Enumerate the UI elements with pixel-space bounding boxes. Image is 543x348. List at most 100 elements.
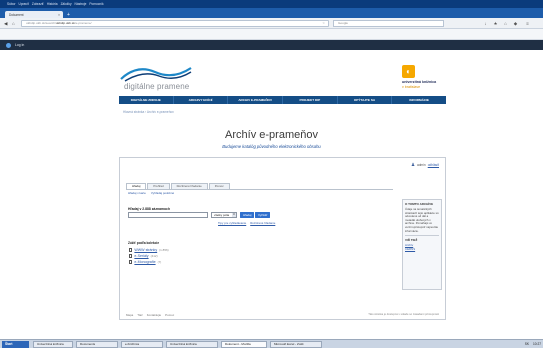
footer-link[interactable]: Tlač [137, 313, 142, 317]
taskbar-item-active[interactable]: Dokument - Mozilla [221, 341, 267, 348]
sub-tabs: Hľadaj v karte Vyhľadaj podobné [128, 191, 174, 195]
main-navigation: DIGITÁLNE ZDROJE ARCHIVY EDÍCIÍ ARCHIV E… [119, 96, 446, 104]
url-prefix: ukbdip.ukb.sk/search/ [26, 21, 56, 25]
nav-item-digital-sources[interactable]: DIGITÁLNE ZDROJE [119, 96, 174, 104]
site-globe-icon [6, 42, 11, 48]
breadcrumb[interactable]: Hlavná stránka › Archív e-prameňov [123, 110, 174, 114]
menu-item-help[interactable]: Pomocník [89, 2, 103, 6]
browser-search-input[interactable]: Google [333, 20, 444, 27]
nav-item-edition-archives[interactable]: ARCHIVY EDÍCIÍ [174, 96, 229, 104]
page-title: Archív e-prameňov [225, 129, 318, 141]
facet-label[interactable]: e-Monografie [134, 260, 155, 264]
menu-item-tools[interactable]: Nástroje [75, 2, 87, 6]
subtab-similar[interactable]: Vyhľadaj podobné [151, 191, 174, 195]
facet-label[interactable]: WWW stránky [134, 248, 157, 252]
browser-tabbar: Dokument × + [0, 8, 543, 18]
clear-button[interactable]: Vyčistiť [255, 212, 271, 218]
accessibility-note: Táto stránka je dostupná v súlade so zás… [368, 313, 439, 316]
search-help-links: Tipy pre vyhľadávanie Rozšírené hľadanie [218, 221, 275, 225]
facet-count: (1.856) [159, 248, 169, 252]
site-header: digitálne pramene ◐ univerzitná knižnica… [119, 62, 446, 96]
bookmark-star-icon[interactable]: ☆ [322, 21, 325, 26]
taskbar-item[interactable]: Univerzitná knižnica [166, 341, 218, 348]
logout-link[interactable]: odhlásiť [428, 163, 439, 167]
nav-item-archive[interactable]: ARCHIV E-PRAMEŇOV [228, 96, 284, 104]
menu-item-edit[interactable]: Upraviť [19, 2, 29, 6]
chevron-down-icon: ▼ [232, 213, 236, 217]
search-tips-link[interactable]: Tipy pre vyhľadávanie [218, 221, 246, 225]
nav-item-ask[interactable]: OPÝTAJTE SA [338, 96, 393, 104]
ukb-name: univerzitná knižnica [402, 80, 437, 84]
site-status-bar: Log in [0, 40, 543, 50]
back-icon[interactable]: ◀ [4, 21, 7, 26]
field-select[interactable]: všetky polia ▼ [211, 212, 237, 218]
taskbar-item[interactable]: Univerzitná knižnica [33, 341, 73, 348]
advanced-search-link[interactable]: Rozšírené hľadanie [250, 221, 275, 225]
logo-text: digitálne pramene [124, 82, 190, 91]
user-icon: ♟ [410, 162, 416, 167]
close-tab-icon[interactable]: × [58, 13, 60, 17]
home-icon[interactable]: ⌂ [12, 21, 15, 26]
user-login: ♟ admin odhlásiť [411, 162, 439, 168]
facet-checkbox[interactable] [129, 260, 133, 264]
addon-icon[interactable]: ◆ [512, 20, 519, 27]
user-name: admin [417, 163, 426, 167]
footer-link[interactable]: Kontaktujte [147, 313, 161, 317]
field-select-value: všetky polia [214, 213, 230, 217]
record-count-label: Hľadaj v 2.888 záznamoch [128, 207, 171, 211]
url-path: /e-pramene/ [74, 21, 92, 25]
search-input[interactable] [128, 212, 208, 218]
ukb-logo[interactable]: ◐ univerzitná knižnica v bratislave [402, 65, 446, 95]
sidebox-title: O TOMTO ARCHÍVE [405, 202, 434, 206]
taskbar-item[interactable]: Documents [76, 341, 118, 348]
bookmarks-icon[interactable]: ★ [492, 20, 499, 27]
about-sidebox: O TOMTO ARCHÍVE Údaje na tematických str… [402, 199, 442, 290]
ukb-mark-icon: ◐ [402, 65, 415, 78]
login-label[interactable]: Log in [15, 43, 24, 47]
menu-item-view[interactable]: Zobraziť [32, 2, 44, 6]
footer-link[interactable]: Pomoc [165, 313, 174, 317]
page-content: digitálne pramene ◐ univerzitná knižnica… [0, 50, 543, 339]
search-engine-label: Google [338, 21, 348, 25]
tab-title: Dokument [9, 12, 24, 17]
bookmarks-toolbar [0, 29, 543, 40]
taskbar-item[interactable]: e-Knižnica [121, 341, 163, 348]
tab-divider [126, 189, 393, 190]
page-subtitle: Budujeme katalóg původného elektronickéh… [222, 144, 321, 149]
panel-footer: Mapa Tlač Kontaktujte Pomoc [126, 313, 174, 317]
digitalne-pramene-logo-icon[interactable] [119, 62, 193, 82]
nav-item-info[interactable]: INFORMÁCIE [392, 96, 446, 104]
download-icon[interactable]: ↓ [482, 20, 489, 27]
facet-checkbox[interactable] [129, 248, 133, 252]
facet-item[interactable]: e-Seriály (412) [129, 254, 158, 258]
sidebox-body: Údaje na tematických stránkach tejto apl… [405, 207, 439, 233]
search-button[interactable]: Hľadaj [240, 212, 255, 218]
url-host: ukbdip.ukb.sk [55, 21, 75, 25]
facet-checkbox[interactable] [129, 254, 133, 258]
taskbar-item[interactable]: Microsoft Excel - Zošit [270, 341, 322, 348]
menu-item-file[interactable]: Súbor [7, 2, 16, 6]
ukb-city: v bratislave [402, 85, 421, 89]
menu-icon[interactable]: ≡ [524, 20, 531, 27]
url-bar[interactable]: ukbdip.ukb.sk/search/ukbdip.ukb.sk/e-pra… [21, 20, 329, 27]
subtab-search-card[interactable]: Hľadaj v karte [128, 191, 146, 195]
nav-item-project[interactable]: PROJEKT DIP [283, 96, 338, 104]
system-tray: SK 10:27 [525, 341, 541, 348]
facet-item[interactable]: WWW stránky (1.856) [129, 248, 169, 252]
home-toolbar-icon[interactable]: ⌂ [502, 20, 509, 27]
os-taskbar: Štart Univerzitná knižnica Documents e-K… [0, 339, 543, 348]
sidebox-link[interactable]: CERNS [405, 247, 439, 252]
facet-item[interactable]: e-Monografie (7) [129, 260, 161, 264]
menu-item-history[interactable]: História [47, 2, 58, 6]
facet-count: (412) [150, 254, 158, 258]
browser-navbar: ◀ ⌂ ukbdip.ukb.sk/search/ukbdip.ukb.sk/e… [0, 18, 543, 29]
facet-label[interactable]: e-Seriály [134, 254, 148, 258]
start-button[interactable]: Štart [2, 341, 29, 348]
footer-link[interactable]: Mapa [126, 313, 133, 317]
sidebox-see-also-title: VIĎ TIEŽ [405, 238, 418, 243]
menu-item-bookmarks[interactable]: Záložky [61, 2, 72, 6]
browser-tab[interactable]: Dokument × [5, 11, 63, 18]
language-indicator[interactable]: SK [525, 341, 529, 348]
facet-count: (7) [157, 260, 162, 264]
facet-title: Zúžiť podľa kolekcie [128, 241, 160, 245]
